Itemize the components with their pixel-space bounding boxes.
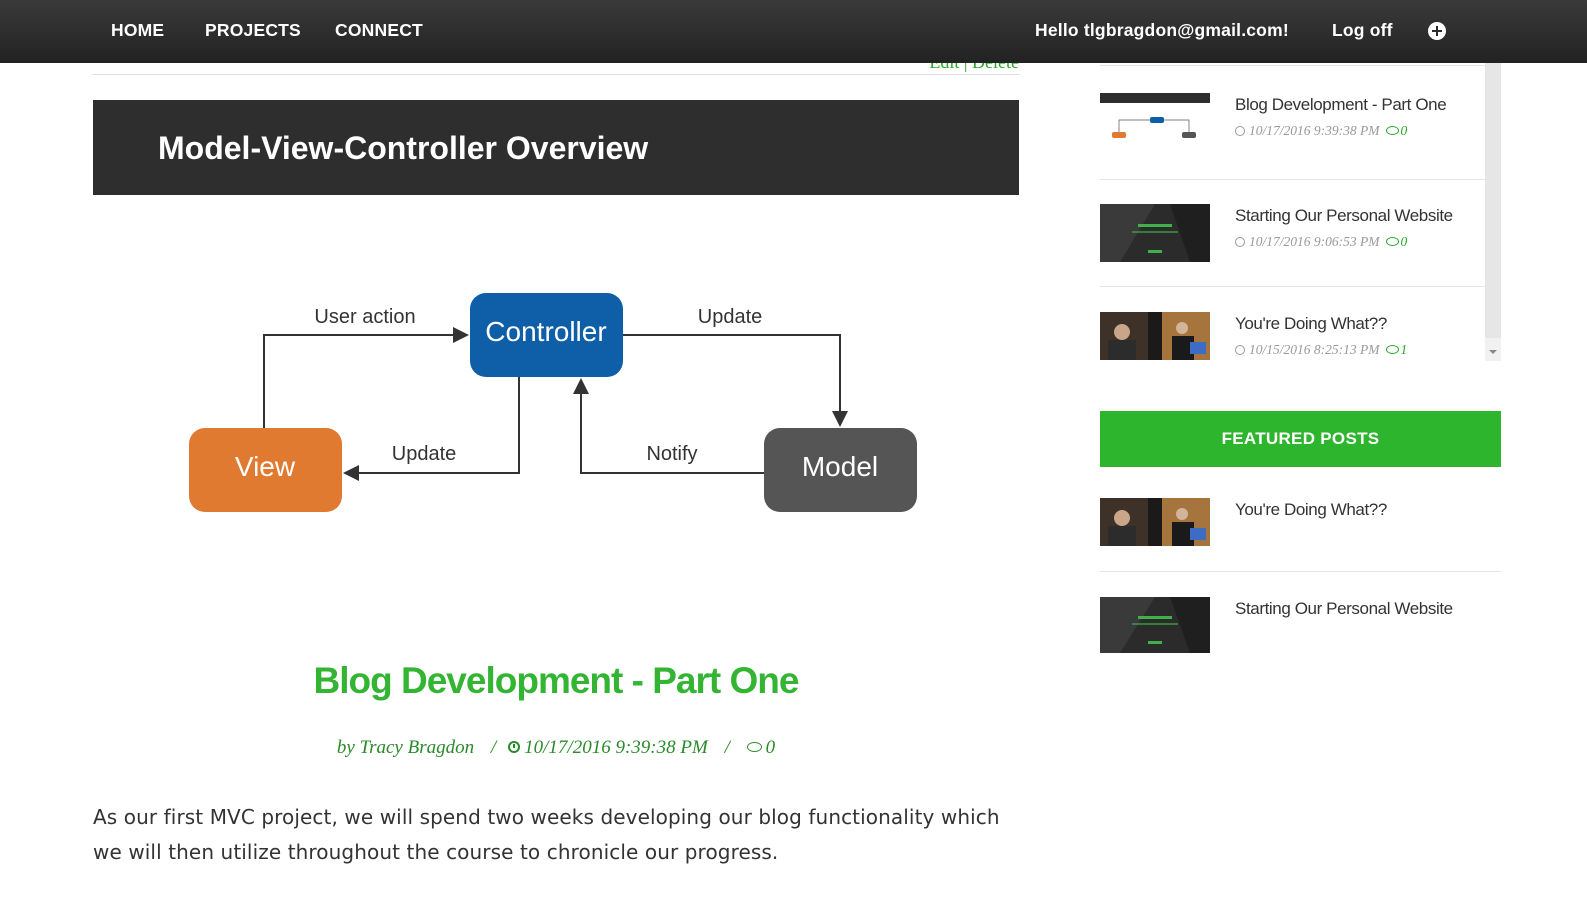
edge-update-model [623,334,848,427]
post-thumbnail[interactable] [1100,498,1210,546]
clock-icon [1235,125,1245,136]
presentation-thumbnail-image [1100,312,1210,360]
plus-circle-icon[interactable] [1428,22,1446,40]
post-thumbnail[interactable] [1100,597,1210,653]
featured-post-title[interactable]: You're Doing What?? [1235,500,1387,520]
meta-separator: / [490,737,497,758]
featured-post-title[interactable]: Starting Our Personal Website [1235,599,1453,619]
featured-posts-heading: FEATURED POSTS [1100,411,1501,467]
post-thumbnail[interactable] [1100,204,1210,262]
post-thumbnail[interactable] [1100,93,1210,143]
model-label: Model [802,451,878,482]
nav-home[interactable]: HOME [111,20,164,41]
comment-icon [1385,237,1399,247]
post-body: As our first MVC project, we will spend … [93,805,1000,864]
scrollbar-thumb[interactable] [1485,63,1501,338]
recent-post-date: 10/15/2016 8:25:13 PM [1249,342,1380,357]
clock-icon [1235,344,1245,355]
recent-post-comments[interactable]: 0 [1401,234,1408,249]
edge-label-user-action: User action [314,306,415,328]
divider [1100,571,1501,572]
view-label: View [235,451,296,482]
divider [1100,65,1485,66]
divider [1100,286,1485,287]
recent-post-date: 10/17/2016 9:06:53 PM [1249,234,1380,249]
comment-icon [1385,345,1399,355]
edge-label-notify: Notify [646,443,697,465]
image-header: Model-View-Controller Overview [93,100,1019,195]
scroll-down-arrow-icon[interactable] [1489,350,1497,354]
mvc-diagram: Controller View Model User action Update… [189,293,917,512]
meta-separator: / [724,737,730,758]
post-feature-image: Model-View-Controller Overview Controlle… [93,100,1019,600]
recent-post-meta: 10/15/2016 8:25:13 PM 1 [1235,342,1407,358]
website-thumbnail-image [1100,204,1210,262]
recent-post-comments[interactable]: 1 [1401,342,1408,357]
clock-icon [1235,236,1245,247]
edge-user-action [263,327,469,428]
clock-icon [508,740,521,753]
post-date: 10/17/2016 9:39:38 PM [524,737,708,758]
comment-icon [1385,126,1399,136]
controller-label: Controller [485,316,606,347]
post-meta: by Tracy Bragdon /10/17/2016 9:39:38 PM … [93,737,1019,759]
recent-posts-list[interactable]: Blog Development - Part One 10/17/2016 9… [1100,63,1485,361]
recent-post-date: 10/17/2016 9:39:38 PM [1249,123,1380,138]
user-greeting[interactable]: Hello tlgbragdon@gmail.com! [1035,20,1289,41]
post-thumbnail[interactable] [1100,312,1210,360]
post-author: by Tracy Bragdon [336,737,475,758]
divider [93,74,1019,75]
recent-post-title[interactable]: Starting Our Personal Website [1235,206,1453,226]
divider [1100,179,1485,180]
post-comment-count[interactable]: 0 [766,737,776,758]
recent-post-title[interactable]: Blog Development - Part One [1235,95,1447,115]
comment-icon [746,741,762,752]
recent-post-title[interactable]: You're Doing What?? [1235,314,1387,334]
image-header-title: Model-View-Controller Overview [158,130,649,166]
recent-post-meta: 10/17/2016 9:39:38 PM 0 [1235,123,1407,139]
presentation-thumbnail-image [1100,498,1210,546]
nav-projects[interactable]: PROJECTS [205,20,301,41]
edge-label-update-model: Update [698,306,763,328]
recent-post-meta: 10/17/2016 9:06:53 PM 0 [1235,234,1407,250]
recent-post-comments[interactable]: 0 [1401,123,1408,138]
website-thumbnail-image [1100,597,1210,653]
mvc-thumbnail-image [1100,93,1210,138]
edge-label-update-view: Update [392,443,457,465]
top-navbar: HOME PROJECTS CONNECT Hello tlgbragdon@g… [0,0,1587,63]
logoff-link[interactable]: Log off [1332,20,1393,41]
nav-connect[interactable]: CONNECT [335,20,423,41]
post-title[interactable]: Blog Development - Part One [93,660,1019,702]
